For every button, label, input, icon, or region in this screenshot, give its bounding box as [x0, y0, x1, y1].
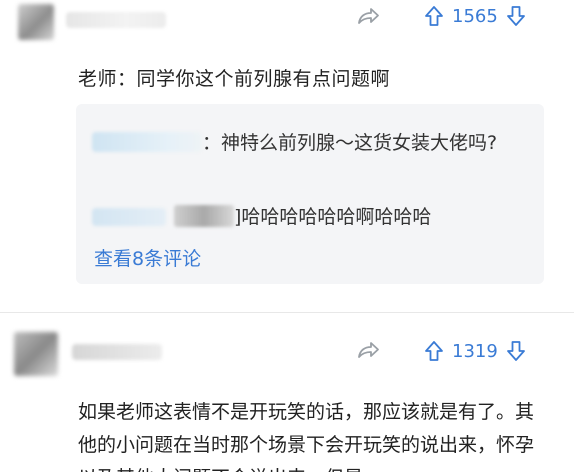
vote-group: 1565	[424, 5, 526, 27]
reply-username-blurred[interactable]	[92, 132, 202, 152]
upvote-count: 1319	[452, 340, 498, 362]
avatar[interactable]	[18, 4, 54, 40]
username-blurred[interactable]	[66, 12, 166, 28]
view-more-replies-link[interactable]: 查看8条评论	[94, 244, 201, 271]
replies-box: ：神特么前列腺～这货女装大佬吗? ]哈哈哈哈哈哈啊哈哈哈 查看8条评论	[76, 104, 544, 284]
reply-text: ]哈哈哈哈哈哈啊哈哈哈	[234, 206, 432, 228]
upvote-count: 1565	[452, 5, 498, 27]
reply-target-blurred	[174, 205, 234, 227]
avatar[interactable]	[14, 332, 58, 376]
comment-actions	[356, 340, 380, 360]
downvote-icon[interactable]	[506, 340, 526, 362]
share-icon[interactable]	[356, 340, 380, 360]
comment-text: 老师：同学你这个前列腺有点问题啊	[78, 68, 391, 90]
upvote-icon[interactable]	[424, 340, 444, 362]
upvote-icon[interactable]	[424, 5, 444, 27]
comment-actions	[356, 6, 380, 26]
comment-feed: 1565 老师：同学你这个前列腺有点问题啊 ：神特么前列腺～这货女装大佬吗? ]…	[0, 0, 574, 472]
downvote-icon[interactable]	[506, 5, 526, 27]
comment-text: 如果老师这表情不是开玩笑的话，那应该就是有了。其他的小问题在当时那个场景下会开玩…	[78, 401, 535, 472]
reply-item: ]哈哈哈哈哈哈啊哈哈哈	[92, 202, 522, 229]
share-icon[interactable]	[356, 6, 380, 26]
vote-group: 1319	[424, 340, 526, 362]
reply-text: ：神特么前列腺～这货女装大佬吗?	[202, 132, 498, 154]
reply-username-blurred[interactable]	[92, 208, 166, 226]
divider	[0, 312, 574, 313]
reply-item: ：神特么前列腺～这货女装大佬吗?	[92, 128, 522, 159]
username-blurred[interactable]	[72, 344, 162, 360]
